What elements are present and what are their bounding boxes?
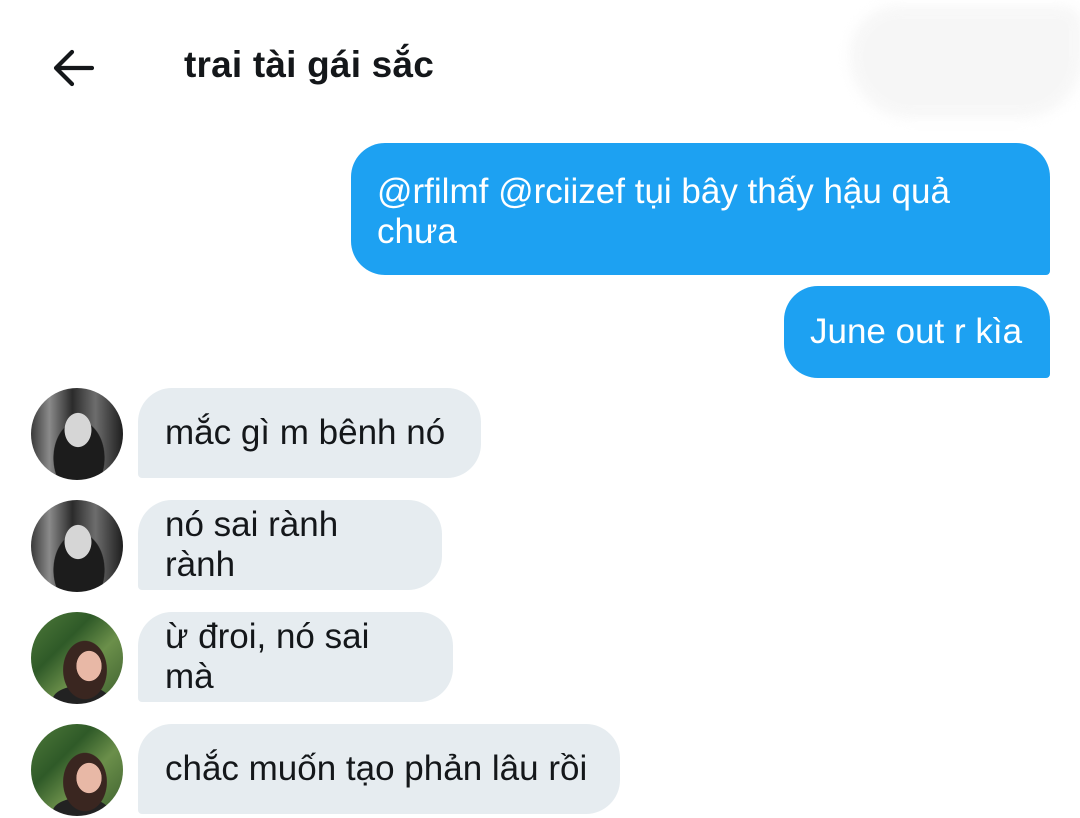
message-bubble-outgoing[interactable]: June out r kìa: [784, 286, 1050, 378]
avatar[interactable]: [31, 500, 123, 592]
message-bubble-incoming[interactable]: ừ đroi, nó sai mà: [138, 612, 453, 702]
avatar[interactable]: [31, 388, 123, 480]
message-bubble-outgoing[interactable]: @rfilmf @rciizef tụi bây thấy hậu quả ch…: [351, 143, 1050, 275]
back-button[interactable]: [42, 40, 102, 96]
avatar[interactable]: [31, 724, 123, 816]
conversation-title[interactable]: trai tài gái sắc: [184, 44, 434, 86]
conversation-header: trai tài gái sắc: [0, 0, 1080, 130]
message-bubble-incoming[interactable]: chắc muốn tạo phản lâu rồi: [138, 724, 620, 814]
message-bubble-incoming[interactable]: mắc gì m bênh nó: [138, 388, 481, 478]
message-bubble-incoming[interactable]: nó sai rành rành: [138, 500, 442, 590]
arrow-left-icon: [53, 49, 94, 87]
dm-conversation-screen: trai tài gái sắc @rfilmf @rciizef tụi bâ…: [0, 0, 1080, 818]
blurred-area: [850, 6, 1080, 118]
avatar[interactable]: [31, 612, 123, 704]
